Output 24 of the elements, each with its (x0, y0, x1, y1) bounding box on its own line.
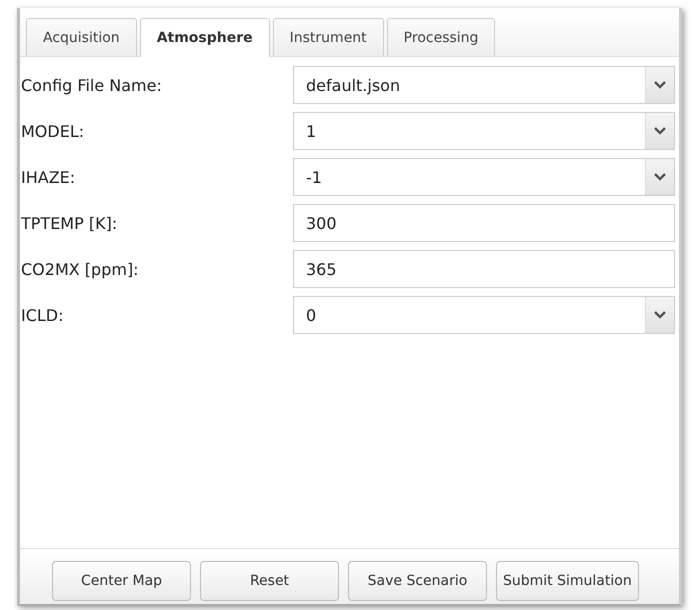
input-field[interactable]: 365 (293, 250, 675, 288)
tab[interactable]: Processing (386, 18, 496, 56)
chevron-down-icon (654, 173, 666, 181)
action-button[interactable]: Save Scenario (348, 561, 487, 601)
field-label: Config File Name: (20, 76, 163, 94)
field-label: CO2MX [ppm]: (20, 260, 140, 278)
dropdown[interactable]: 1 (293, 112, 675, 150)
dropdown[interactable]: 0 (293, 296, 675, 334)
chevron-down-icon (654, 311, 666, 319)
input-field[interactable]: 300 (293, 204, 675, 242)
field-label: MODEL: (20, 122, 86, 140)
dropdown[interactable]: default.json (293, 66, 675, 104)
chevron-down-icon (654, 127, 666, 135)
action-button[interactable]: Reset (200, 561, 339, 601)
tab[interactable]: Acquisition (26, 18, 137, 56)
action-button[interactable]: Submit Simulation (496, 561, 639, 601)
field-label: ICLD: (20, 306, 65, 324)
tab[interactable]: Atmosphere (140, 18, 270, 57)
action-button[interactable]: Center Map (52, 561, 191, 601)
field-label: IHAZE: (20, 168, 76, 186)
chevron-down-icon (654, 81, 666, 89)
dropdown[interactable]: -1 (293, 158, 675, 196)
tab[interactable]: Instrument (272, 18, 384, 56)
field-label: TPTEMP [K]: (20, 214, 118, 232)
